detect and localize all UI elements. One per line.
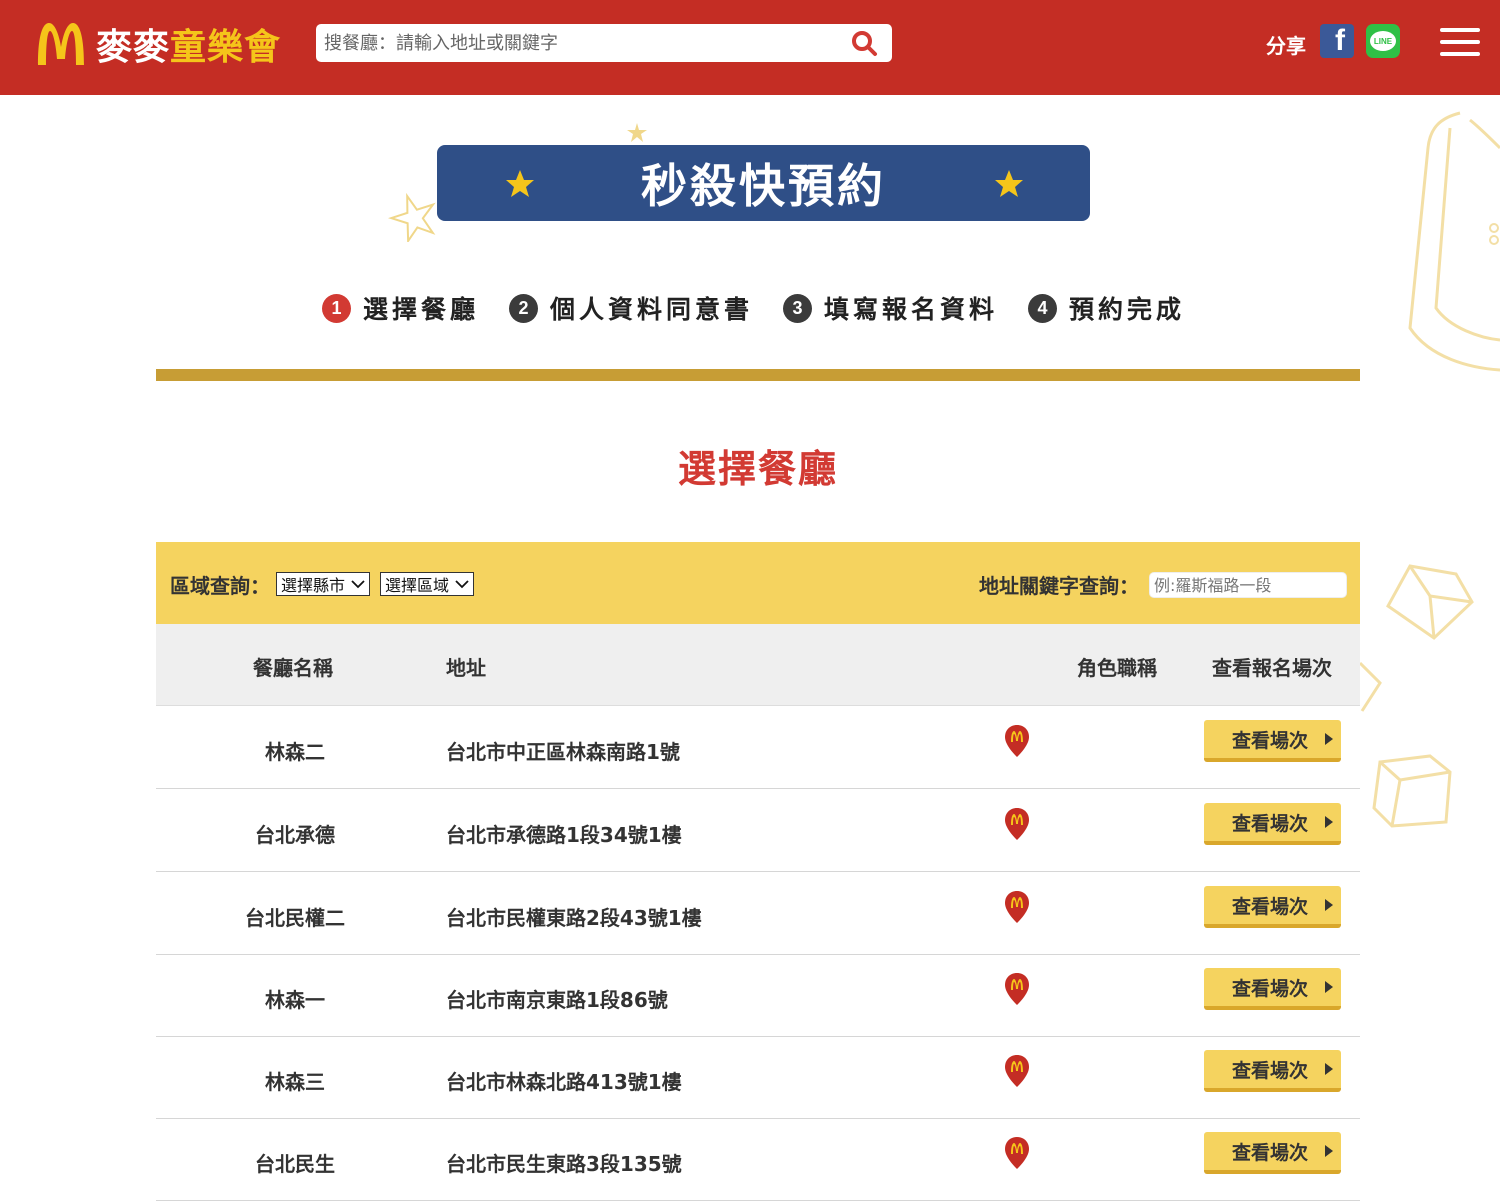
step-booking-complete: 4 預約完成 xyxy=(1028,290,1185,326)
top-navigation-bar: 麥麥童樂會 分享 f LINE xyxy=(0,0,1500,95)
restaurant-name: 台北民生 xyxy=(255,1152,335,1176)
play-arrow-icon xyxy=(1325,899,1333,911)
city-select-value: 選擇縣市 xyxy=(281,576,346,595)
keyword-filter-label: 地址關鍵字查詢： xyxy=(979,574,1139,598)
map-pin-icon[interactable] xyxy=(1004,1054,1030,1088)
small-star-icon xyxy=(627,123,647,142)
restaurant-name: 林森二 xyxy=(265,740,325,764)
view-sessions-label: 查看場次 xyxy=(1232,895,1309,918)
table-row: 林森一 台北市南京東路1段86號 查看場次 xyxy=(156,954,1360,1037)
map-pin-icon[interactable] xyxy=(1004,1136,1030,1170)
step-number-badge: 1 xyxy=(322,293,351,323)
ice-cube-doodle-icon xyxy=(1372,754,1452,828)
city-select[interactable]: 選擇縣市 xyxy=(276,572,371,596)
step-privacy-consent: 2 個人資料同意書 xyxy=(509,290,753,326)
restaurant-address: 台北市民權東路2段43號1樓 xyxy=(446,906,702,930)
map-pin-icon[interactable] xyxy=(1004,890,1030,924)
table-row: 台北民生 台北市民生東路3段135號 查看場次 xyxy=(156,1118,1360,1201)
play-arrow-icon xyxy=(1325,733,1333,745)
share-label: 分享 xyxy=(1266,34,1306,58)
column-header-role: 角色職稱 xyxy=(1077,656,1157,680)
district-select-value: 選擇區域 xyxy=(385,576,450,595)
brand-name: 麥麥童樂會 xyxy=(96,18,281,70)
ice-cube-doodle-icon xyxy=(1360,661,1382,712)
section-title: 選擇餐廳 xyxy=(677,447,838,491)
line-share-icon[interactable]: LINE xyxy=(1366,24,1400,58)
play-arrow-icon xyxy=(1325,816,1333,828)
ice-cube-doodle-icon xyxy=(1386,564,1474,640)
restaurant-address: 台北市民生東路3段135號 xyxy=(446,1152,682,1176)
restaurant-name: 林森三 xyxy=(265,1070,325,1094)
section-divider xyxy=(156,369,1360,381)
step-label: 選擇餐廳 xyxy=(363,295,480,324)
restaurant-name: 台北民權二 xyxy=(245,906,345,930)
brand-name-part1: 麥麥 xyxy=(96,27,171,68)
region-filter-label: 區域查詢： xyxy=(170,574,270,598)
restaurant-address: 台北市承德路1段34號1樓 xyxy=(446,823,682,847)
map-pin-icon[interactable] xyxy=(1004,972,1030,1006)
view-sessions-button[interactable]: 查看場次 xyxy=(1204,1132,1341,1174)
address-keyword-input[interactable] xyxy=(1149,572,1347,598)
search-input[interactable] xyxy=(316,25,850,61)
table-row: 林森二 台北市中正區林森南路1號 查看場次 xyxy=(156,706,1360,789)
play-arrow-icon xyxy=(1325,1145,1333,1157)
star-outline-icon xyxy=(388,192,436,242)
column-header-sessions: 查看報名場次 xyxy=(1212,656,1332,680)
facebook-share-icon[interactable]: f xyxy=(1320,24,1354,58)
star-icon xyxy=(995,170,1023,197)
drink-cup-doodle-icon xyxy=(1408,111,1500,372)
step-number-badge: 3 xyxy=(783,293,813,323)
restaurant-name: 林森一 xyxy=(265,988,325,1012)
table-row: 台北民權二 台北市民權東路2段43號1樓 查看場次 xyxy=(156,872,1360,955)
view-sessions-label: 查看場次 xyxy=(1232,729,1309,752)
brand-name-part2: 童樂會 xyxy=(170,27,282,68)
view-sessions-label: 查看場次 xyxy=(1232,1141,1309,1164)
step-select-restaurant: 1 選擇餐廳 xyxy=(322,290,479,326)
table-header: 餐廳名稱 地址 角色職稱 查看報名場次 xyxy=(156,624,1360,706)
view-sessions-button[interactable]: 查看場次 xyxy=(1204,720,1341,762)
step-label: 個人資料同意書 xyxy=(550,295,754,324)
step-number-badge: 2 xyxy=(509,293,539,323)
facebook-glyph: f xyxy=(1335,24,1345,57)
chevron-down-icon xyxy=(455,580,469,589)
map-pin-icon[interactable] xyxy=(1004,724,1030,758)
progress-steps: 1 選擇餐廳 2 個人資料同意書 3 填寫報名資料 4 預約完成 xyxy=(322,290,1215,326)
step-fill-registration: 3 填寫報名資料 xyxy=(783,290,998,326)
view-sessions-label: 查看場次 xyxy=(1232,812,1309,835)
step-number-badge: 4 xyxy=(1028,293,1058,323)
restaurant-address: 台北市中正區林森南路1號 xyxy=(446,740,680,764)
campaign-banner: 秒殺快預約 xyxy=(437,145,1090,221)
search-bar xyxy=(316,24,892,62)
table-row: 林森三 台北市林森北路413號1樓 查看場次 xyxy=(156,1036,1360,1119)
hamburger-menu-icon[interactable] xyxy=(1440,28,1480,56)
column-header-address: 地址 xyxy=(446,656,486,680)
chevron-down-icon xyxy=(351,580,365,589)
view-sessions-label: 查看場次 xyxy=(1232,977,1309,1000)
restaurant-address: 台北市林森北路413號1樓 xyxy=(446,1070,682,1094)
step-label: 填寫報名資料 xyxy=(824,295,999,324)
view-sessions-button[interactable]: 查看場次 xyxy=(1204,968,1341,1010)
view-sessions-label: 查看場次 xyxy=(1232,1059,1309,1082)
star-icon xyxy=(506,170,534,197)
golden-arches-icon xyxy=(38,23,84,65)
view-sessions-button[interactable]: 查看場次 xyxy=(1204,803,1341,845)
search-icon[interactable] xyxy=(850,29,878,57)
site-logo[interactable]: 麥麥童樂會 xyxy=(34,20,281,68)
line-glyph: LINE xyxy=(1370,31,1396,51)
map-pin-icon[interactable] xyxy=(1004,807,1030,841)
column-header-restaurant-name: 餐廳名稱 xyxy=(253,656,333,680)
restaurant-name: 台北承德 xyxy=(255,823,335,847)
filter-bar: 區域查詢： 選擇縣市 選擇區域 地址關鍵字查詢： xyxy=(156,542,1360,624)
view-sessions-button[interactable]: 查看場次 xyxy=(1204,1050,1341,1092)
banner-title: 秒殺快預約 xyxy=(641,159,886,213)
table-row: 台北承德 台北市承德路1段34號1樓 查看場次 xyxy=(156,789,1360,872)
play-arrow-icon xyxy=(1325,981,1333,993)
district-select[interactable]: 選擇區域 xyxy=(380,572,475,596)
restaurant-address: 台北市南京東路1段86號 xyxy=(446,988,668,1012)
step-label: 預約完成 xyxy=(1069,295,1186,324)
view-sessions-button[interactable]: 查看場次 xyxy=(1204,886,1341,928)
play-arrow-icon xyxy=(1325,1063,1333,1075)
